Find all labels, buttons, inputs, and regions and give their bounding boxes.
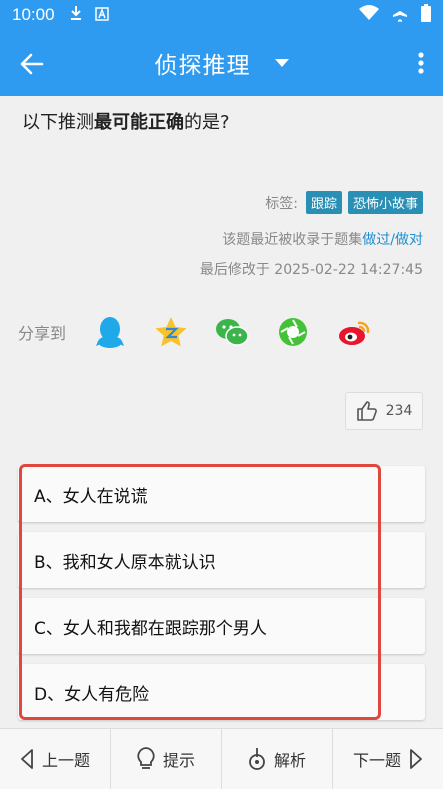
analysis-label: 解析 [273, 751, 306, 770]
more-button[interactable] [415, 51, 427, 75]
like-count: 234 [385, 403, 413, 419]
question-content: 以下推测最可能正确的是? 标签: 跟踪 恐怖小故事 该题最近被收录于题集做过/做… [0, 96, 443, 728]
collected-info: 该题最近被收录于题集做过/做对 [222, 232, 423, 248]
analysis-icon [249, 748, 265, 770]
next-label: 下一题 [352, 751, 401, 770]
modified-time: 最后修改于 2025-02-22 14:27:45 [199, 262, 423, 278]
chevron-left-icon [21, 749, 33, 769]
caret-down-icon [274, 59, 289, 67]
download-icon [69, 5, 83, 25]
option-b[interactable]: B、我和女人原本就认识 [18, 532, 425, 588]
options-list: A、女人在说谎 B、我和女人原本就认识 C、女人和我都在跟踪那个男人 D、女人有… [18, 466, 425, 730]
wifi-icon [359, 5, 379, 25]
option-d[interactable]: D、女人有危险 [18, 664, 425, 720]
share-row: 分享到 [18, 314, 397, 350]
thumbs-up-icon [356, 401, 377, 421]
app-bar: 侦探推理 [0, 30, 443, 96]
option-a[interactable]: A、女人在说谎 [18, 466, 425, 522]
chevron-right-icon [410, 749, 422, 769]
title-dropdown[interactable]: 侦探推理 [0, 30, 443, 96]
keyboard-a-icon [94, 6, 109, 25]
bottom-nav: 上一题 提示 解析 下一题 [0, 728, 443, 789]
tags-label: 标签: [265, 195, 298, 212]
wechat-icon[interactable] [214, 314, 250, 350]
airplane-icon [391, 4, 409, 26]
tag-item[interactable]: 跟踪 [305, 191, 342, 214]
qzone-icon[interactable] [153, 314, 189, 350]
analysis-button[interactable]: 解析 [222, 729, 333, 789]
tag-item[interactable]: 恐怖小故事 [347, 191, 423, 214]
status-bar: 10:00 [0, 0, 443, 30]
question-text: 以下推测最可能正确的是? [22, 112, 230, 133]
weibo-icon[interactable] [336, 314, 372, 350]
moments-icon[interactable] [275, 314, 311, 350]
prev-label: 上一题 [41, 751, 90, 770]
lightbulb-icon [137, 747, 155, 769]
page-title: 侦探推理 [154, 53, 251, 79]
share-label: 分享到 [18, 324, 67, 343]
next-question-button[interactable]: 下一题 [333, 729, 443, 789]
hint-button[interactable]: 提示 [111, 729, 222, 789]
status-time: 10:00 [12, 5, 55, 24]
qq-icon[interactable] [92, 314, 128, 350]
collection-link[interactable]: 做过/做对 [362, 232, 423, 248]
prev-question-button[interactable]: 上一题 [0, 729, 111, 789]
battery-icon [421, 4, 431, 26]
option-c[interactable]: C、女人和我都在跟踪那个男人 [18, 598, 425, 654]
tags-row: 标签: 跟踪 恐怖小故事 [265, 191, 423, 214]
hint-label: 提示 [162, 751, 195, 770]
more-vert-icon [418, 52, 424, 74]
like-button[interactable]: 234 [345, 392, 423, 430]
